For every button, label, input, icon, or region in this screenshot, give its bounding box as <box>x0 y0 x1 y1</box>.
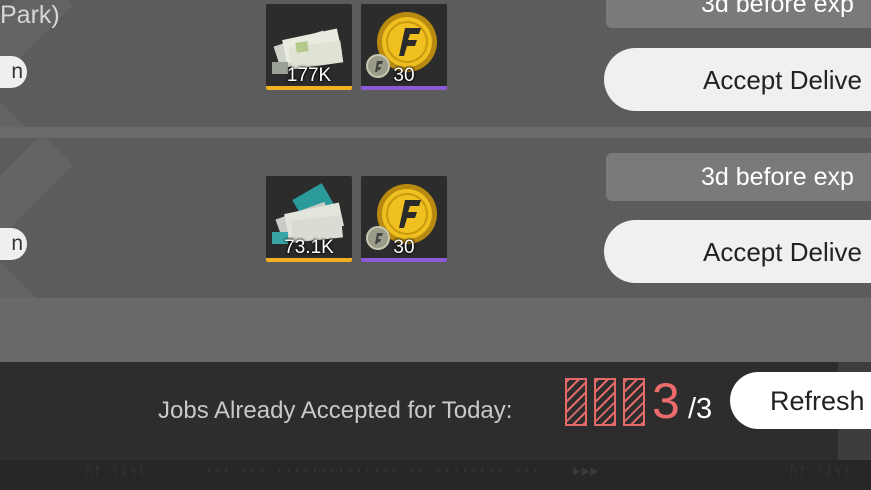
rarity-bar <box>361 86 447 90</box>
reward-quantity: 73.1K <box>284 237 334 258</box>
decor-glyphs-left: ᚢᚠ ᛊᛇᛋᚾ <box>85 464 147 479</box>
decor-glyphs-right: ᚢᚠ ᛊᛇᛋᚾ <box>790 464 852 479</box>
reward-tickets-item[interactable]: 73.1K <box>266 176 352 262</box>
accepted-slot <box>623 378 645 426</box>
reward-coin-item[interactable]: 30 <box>361 176 447 262</box>
rarity-bar <box>266 86 352 90</box>
refresh-button[interactable]: Refresh <box>730 372 871 429</box>
decor-arrows: ▶▶▶ <box>573 464 600 479</box>
expiry-label: 3d before exp <box>606 0 871 28</box>
delivery-job-card-1: Park) n 177K 30 3d before exp Accept Del… <box>0 0 871 127</box>
rarity-bar <box>266 258 352 262</box>
accept-delivery-button[interactable]: Accept Delive <box>604 220 871 283</box>
reward-tickets-item[interactable]: 177K <box>266 4 352 90</box>
job-title: Park) <box>0 1 60 29</box>
accepted-slot <box>565 378 587 426</box>
reward-quantity: 177K <box>286 65 332 86</box>
jobs-accepted-label: Jobs Already Accepted for Today: <box>158 397 513 424</box>
reward-coin-item[interactable]: 30 <box>361 4 447 90</box>
reward-quantity: 30 <box>393 65 415 86</box>
accepted-max: /3 <box>688 393 713 425</box>
delivery-job-card-2: n 73.1K 30 3d before exp Accept Delive <box>0 138 871 298</box>
accepted-slot <box>594 378 616 426</box>
expiry-label: 3d before exp <box>606 153 871 201</box>
rarity-bar <box>361 258 447 262</box>
chevron-decoration <box>0 138 158 298</box>
accept-delivery-button[interactable]: Accept Delive <box>604 48 871 111</box>
list-empty-area <box>0 298 871 362</box>
decor-dots-middle: ··· ··· ·············· ·· ········ ··· <box>205 464 541 479</box>
card-divider <box>0 127 871 138</box>
reward-quantity: 30 <box>393 237 415 258</box>
accepted-count: 3 <box>652 373 680 429</box>
